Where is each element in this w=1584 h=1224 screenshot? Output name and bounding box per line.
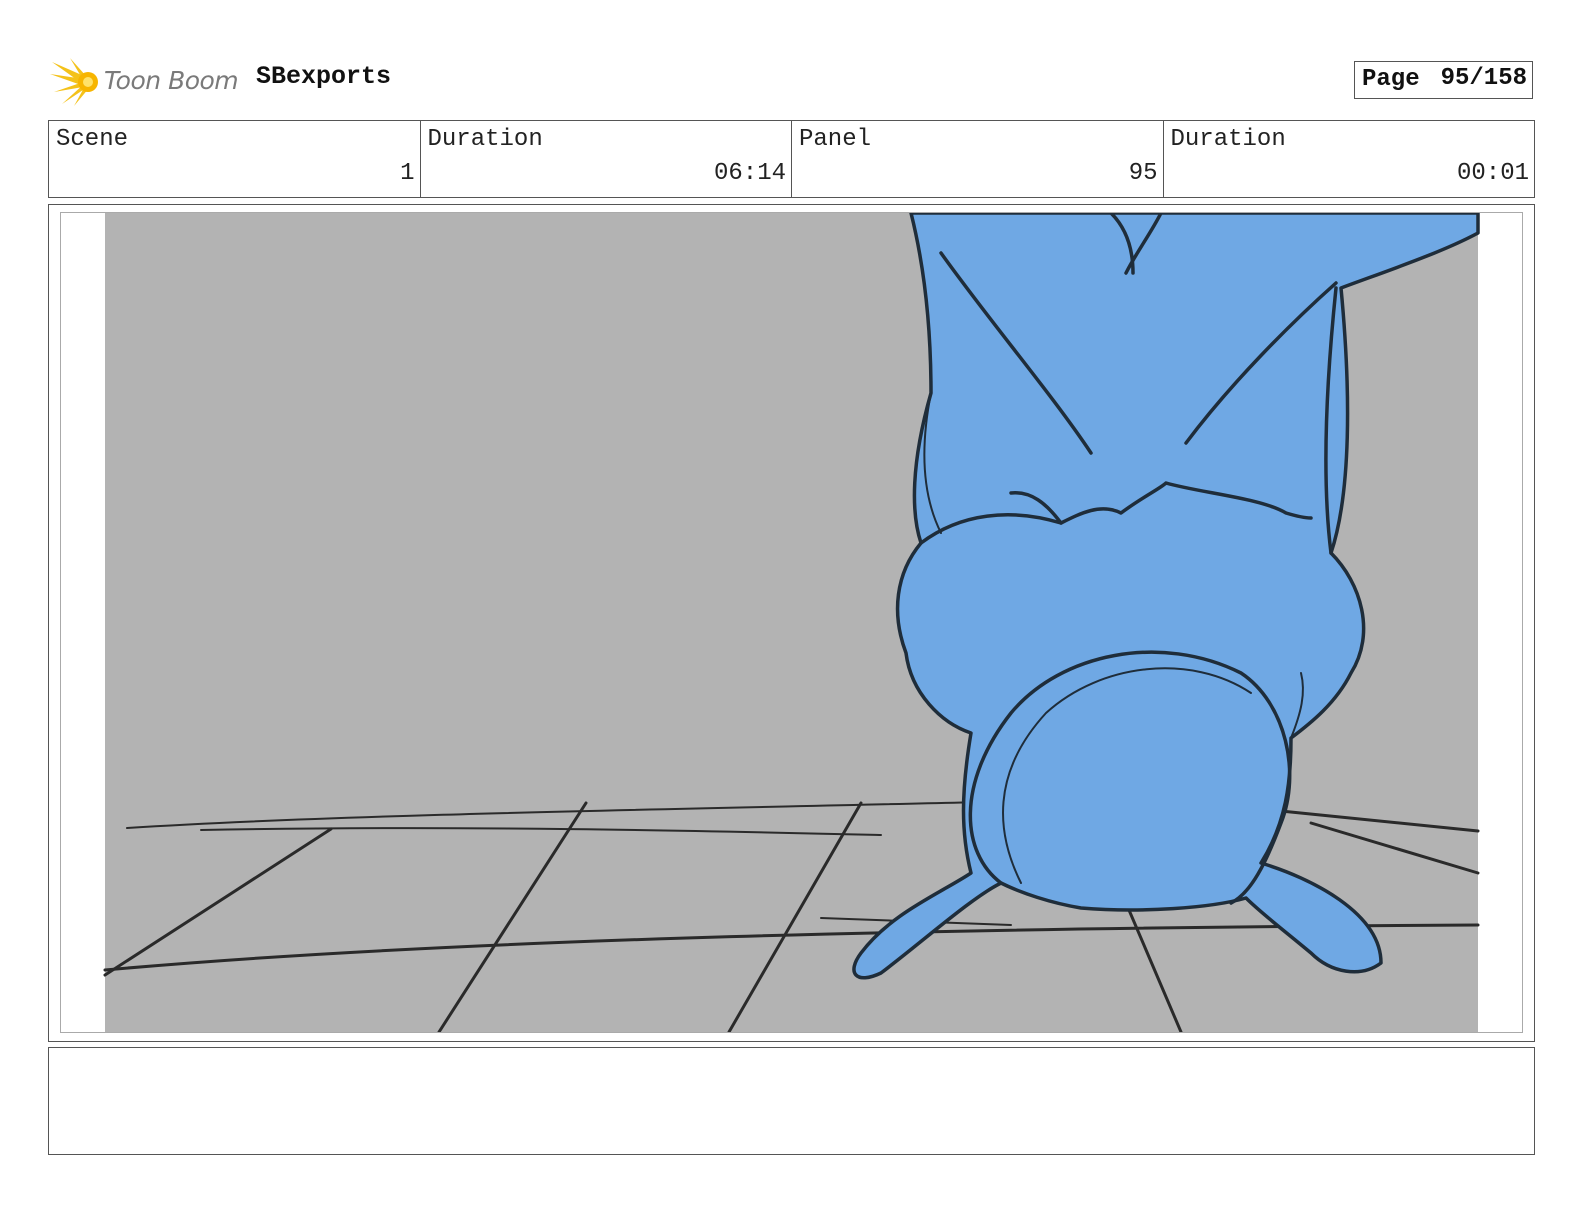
notes-box (48, 1047, 1535, 1155)
page-number: 95/158 (1440, 65, 1527, 92)
scene-duration-value: 06:14 (713, 160, 786, 187)
panel-value: 95 (1128, 160, 1158, 187)
star-burst-icon (50, 58, 98, 106)
scene-value: 1 (400, 160, 415, 187)
panel-duration-label: Duration (1170, 126, 1286, 153)
page-indicator: Page 95/158 (1354, 61, 1533, 99)
scene-duration-label: Duration (427, 126, 543, 153)
scene-duration-cell: Duration 06:14 (421, 121, 792, 197)
panel-cell: Panel 95 (792, 121, 1164, 197)
panel-duration-value: 00:01 (1456, 160, 1529, 187)
scene-label: Scene (56, 126, 129, 153)
panel-label: Panel (799, 126, 872, 153)
storyboard-image (60, 212, 1523, 1033)
toon-boom-logo: Toon Boom (50, 56, 240, 108)
sketch-drawing (103, 213, 1480, 1032)
page-label: Page (1362, 66, 1420, 93)
panel-duration-cell: Duration 00:01 (1164, 121, 1535, 197)
project-name: SBexports (256, 62, 392, 91)
panel-info-table: Scene 1 Duration 06:14 Panel 95 Duration… (48, 120, 1535, 198)
storyboard-panel-frame (48, 204, 1535, 1042)
logo-text: Toon Boom (104, 66, 239, 95)
scene-cell: Scene 1 (49, 121, 421, 197)
